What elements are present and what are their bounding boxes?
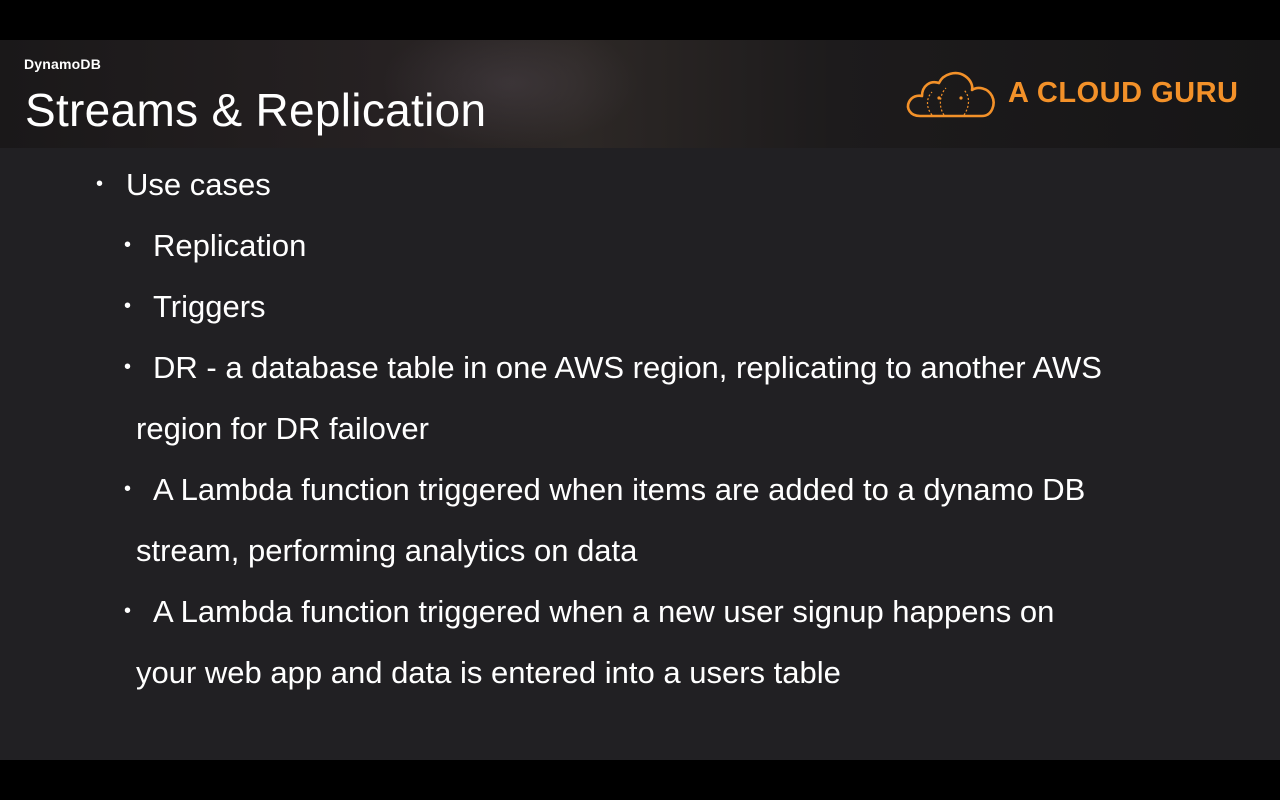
bullet-label: A Lambda function triggered when a new u… — [153, 594, 1055, 629]
bullet-label: Triggers — [153, 289, 266, 324]
bullet-lambda-signup: • A Lambda function triggered when a new… — [124, 581, 1054, 642]
bullet-triggers: • Triggers — [124, 276, 266, 337]
slide-title: Streams & Replication — [25, 84, 487, 136]
bullet-dot-icon: • — [124, 600, 132, 622]
bullet-label: Replication — [153, 228, 307, 263]
bullet-label: Use cases — [126, 167, 271, 202]
bullet-lambda-analytics: • A Lambda function triggered when items… — [124, 459, 1085, 520]
letterbox-top — [0, 0, 1280, 40]
letterbox-bottom — [0, 760, 1280, 800]
bullet-dot-icon: • — [124, 295, 132, 317]
bullet-lambda-signup-continued: your web app and data is entered into a … — [136, 655, 841, 690]
bullet-label: DR - a database table in one AWS region,… — [153, 350, 1102, 385]
bullet-dr: • DR - a database table in one AWS regio… — [124, 337, 1102, 398]
bullet-use-cases: • Use cases — [96, 154, 271, 215]
slide-category: DynamoDB — [24, 56, 102, 72]
bullet-dr-continued: region for DR failover — [136, 411, 429, 446]
bullet-lambda-analytics-continued: stream, performing analytics on data — [136, 533, 638, 568]
bullet-dot-icon: • — [124, 478, 132, 500]
presentation-slide: DynamoDB Streams & Replication A CLOUD G… — [0, 40, 1280, 760]
cloud-logo-icon — [906, 71, 995, 118]
bullet-dot-icon: • — [124, 356, 132, 378]
bullet-label: A Lambda function triggered when items a… — [153, 472, 1086, 507]
brand-logo: A CLOUD GURU — [904, 68, 1244, 122]
logo-text: A CLOUD GURU — [1008, 77, 1239, 109]
bullet-dot-icon: • — [124, 234, 132, 256]
slide-header: DynamoDB Streams & Replication A CLOUD G… — [0, 40, 1280, 148]
bullet-dot-icon: • — [96, 173, 104, 195]
bullet-replication: • Replication — [124, 215, 306, 276]
